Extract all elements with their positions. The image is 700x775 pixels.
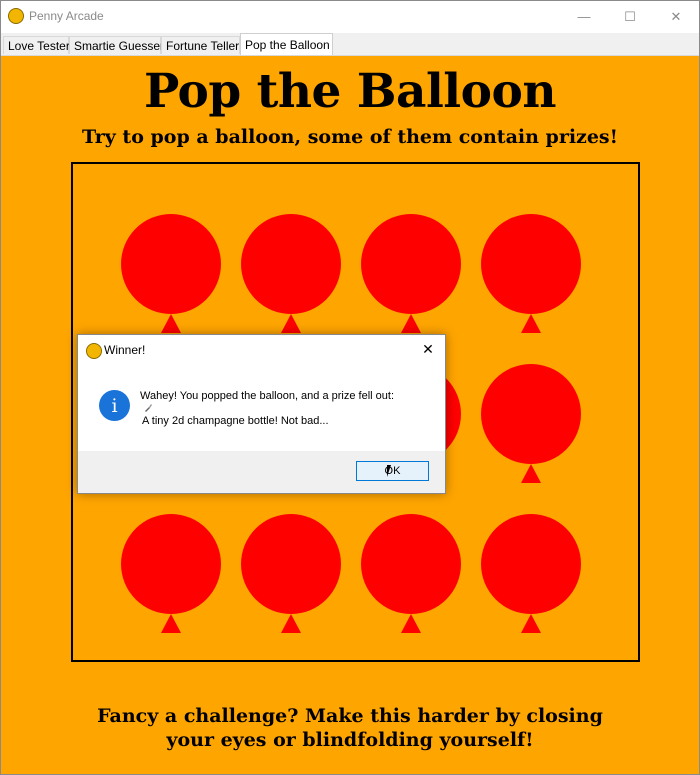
tab-love-tester[interactable]: Love Tester	[3, 36, 70, 54]
balloon[interactable]	[481, 214, 581, 334]
balloon[interactable]	[481, 364, 581, 484]
dialog-app-icon	[86, 343, 102, 359]
balloon[interactable]	[121, 514, 221, 634]
balloon[interactable]	[241, 514, 341, 634]
mouse-cursor-icon	[387, 465, 391, 477]
balloon[interactable]	[241, 214, 341, 334]
tab-pop-the-balloon[interactable]: Pop the Balloon	[240, 33, 333, 55]
dialog-button-bar: OK	[78, 451, 445, 493]
tab-bar: Love Tester Smartie Guesser Fortune Tell…	[1, 33, 699, 56]
balloon[interactable]	[121, 214, 221, 334]
balloon[interactable]	[481, 514, 581, 634]
page-title: Pop the Balloon	[143, 64, 557, 119]
tab-smartie-guesser[interactable]: Smartie Guesser	[69, 36, 164, 54]
champagne-bottle-icon	[145, 404, 152, 412]
tab-fortune-teller[interactable]: Fortune Teller	[161, 36, 240, 54]
maximize-button[interactable]: ☐	[607, 1, 653, 32]
page-subtitle: Try to pop a balloon, some of them conta…	[82, 126, 618, 148]
dialog-close-button[interactable]: ✕	[415, 337, 441, 361]
footer-text: Fancy a challenge? Make this harder by c…	[1, 704, 699, 752]
minimize-button[interactable]: —	[561, 1, 607, 32]
winner-dialog: Winner! ✕ i Wahey! You popped the balloo…	[77, 334, 446, 494]
window-title: Penny Arcade	[29, 9, 104, 23]
balloon[interactable]	[361, 214, 461, 334]
footer-line: your eyes or blindfolding yourself!	[166, 729, 534, 751]
footer-line: Fancy a challenge? Make this harder by c…	[97, 705, 603, 727]
close-button[interactable]: ✕	[653, 1, 699, 32]
balloon[interactable]	[361, 514, 461, 634]
title-bar: Penny Arcade — ☐ ✕	[1, 1, 699, 32]
app-icon	[8, 8, 24, 24]
ok-button[interactable]: OK	[356, 461, 429, 481]
dialog-title: Winner!	[104, 343, 146, 357]
dialog-message: Wahey! You popped the balloon, and a pri…	[140, 390, 395, 402]
dialog-prize-text: A tiny 2d champagne bottle! Not bad...	[142, 415, 329, 427]
info-icon: i	[99, 390, 130, 421]
